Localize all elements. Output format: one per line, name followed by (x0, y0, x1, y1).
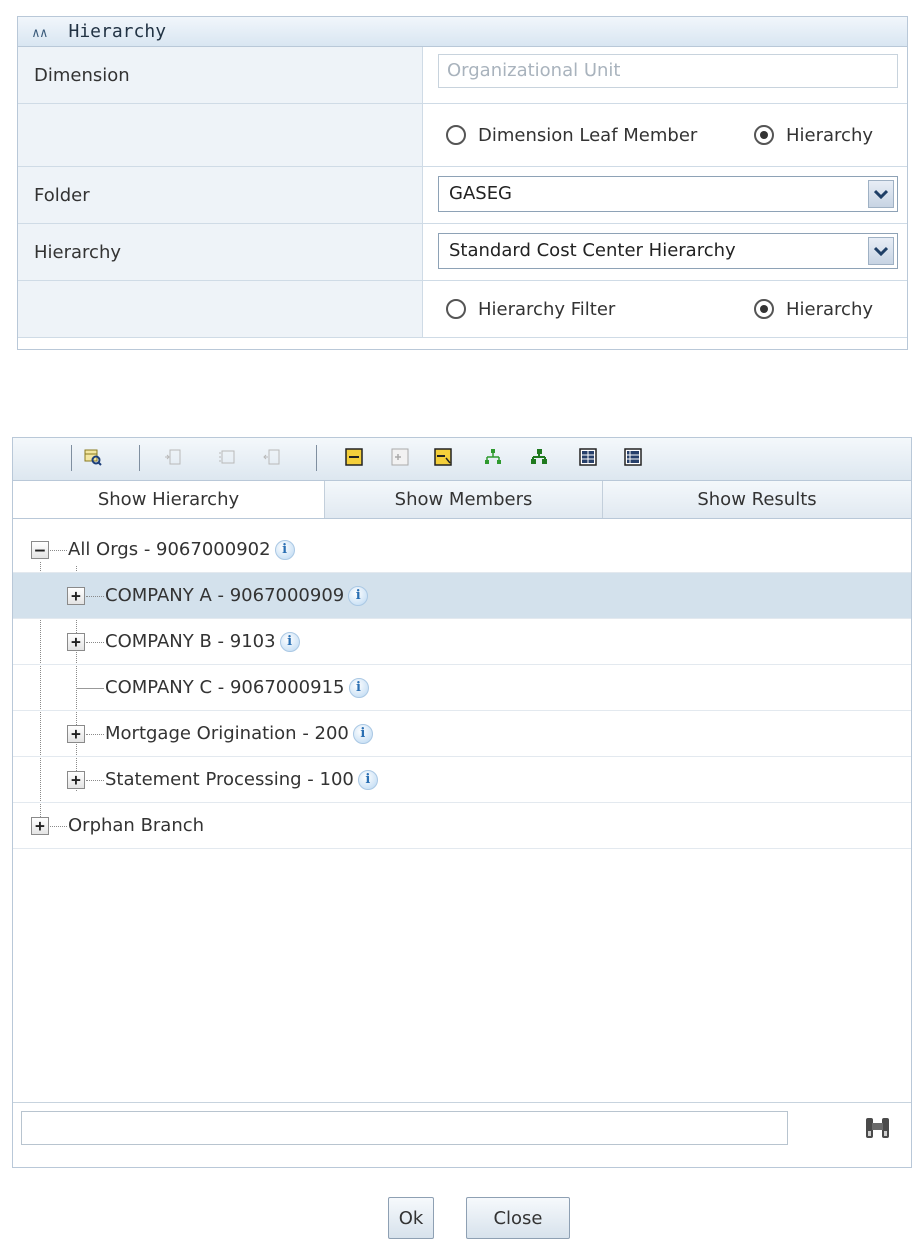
tree-panel: Show Hierarchy Show Members Show Results… (12, 437, 912, 1168)
dimension-leaf-member-label: Dimension Leaf Member (478, 124, 698, 146)
hierarchy-filter-label: Hierarchy Filter (478, 298, 616, 320)
hierarchy-filter-hierarchy-radio[interactable] (754, 299, 774, 319)
hierarchy-filter-option[interactable]: Hierarchy Filter (446, 281, 615, 337)
toolbar-separator (139, 445, 140, 471)
tab-show-results[interactable]: Show Results (603, 481, 911, 518)
tree-connector (50, 826, 67, 827)
tree-toolbar (13, 438, 911, 481)
info-icon[interactable]: i (357, 769, 378, 790)
dimension-label: Dimension (18, 47, 423, 103)
tab-show-hierarchy[interactable]: Show Hierarchy (13, 481, 325, 518)
info-icon[interactable]: i (348, 677, 369, 698)
tree-node-label: Orphan Branch (68, 815, 205, 836)
hierarchy-panel-header[interactable]: ∧∧ Hierarchy (18, 17, 907, 47)
info-icon[interactable]: i (348, 585, 369, 606)
show-tree-icon[interactable] (484, 448, 502, 466)
info-icon[interactable]: i (279, 631, 300, 652)
hierarchy-panel: ∧∧ Hierarchy Dimension Organizational Un… (17, 16, 908, 350)
tree-node-label: COMPANY A - 9067000909 i (105, 573, 369, 618)
dimension-leaf-member-option[interactable]: Dimension Leaf Member (446, 104, 697, 166)
hierarchy-type-radio[interactable] (754, 125, 774, 145)
tree-node-label: Mortgage Origination - 200 i (105, 711, 373, 756)
tree-node-mortgage-origination[interactable]: + Mortgage Origination - 200 i (13, 711, 911, 757)
collapse-all-icon[interactable] (345, 448, 363, 466)
member-type-row: Dimension Leaf Member Hierarchy (18, 104, 907, 167)
focus-node-icon[interactable] (434, 448, 452, 466)
indent-icon[interactable] (164, 448, 182, 466)
align-icon[interactable] (218, 448, 236, 466)
toolbar-separator (316, 445, 317, 471)
show-tree-alt-icon[interactable] (530, 448, 548, 466)
list-view-icon[interactable] (624, 448, 642, 466)
tree-node-company-b[interactable]: + COMPANY B - 9103 i (13, 619, 911, 665)
tab-show-members[interactable]: Show Members (325, 481, 603, 518)
tree-node-label: Statement Processing - 100 i (105, 757, 378, 802)
folder-select[interactable]: GASEG (438, 176, 898, 212)
expand-node-icon[interactable]: + (31, 817, 49, 835)
tree-connector (86, 596, 104, 597)
tree-node-company-c[interactable]: COMPANY C - 9067000915 i (13, 665, 911, 711)
expand-node-icon[interactable]: + (67, 633, 85, 651)
empty-label (18, 281, 423, 337)
hierarchy-select-value: Standard Cost Center Hierarchy (449, 240, 736, 261)
tree-connector (50, 550, 67, 551)
tree-node-label: COMPANY B - 9103 i (105, 619, 300, 664)
collapse-node-icon[interactable]: – (31, 541, 49, 559)
tree-node-all-orgs[interactable]: – All Orgs - 9067000902 i (13, 527, 911, 573)
hierarchy-type-label: Hierarchy (786, 124, 874, 146)
expand-node-icon[interactable]: + (67, 725, 85, 743)
expand-node-icon[interactable]: + (67, 587, 85, 605)
collapse-icon[interactable]: ∧∧ (32, 26, 48, 41)
tree-node-statement-processing[interactable]: + Statement Processing - 100 i (13, 757, 911, 803)
tree-connector (86, 642, 104, 643)
dimension-row: Dimension Organizational Unit (18, 47, 907, 104)
info-icon[interactable]: i (352, 723, 373, 744)
grid-view-icon[interactable] (579, 448, 597, 466)
folder-label: Folder (18, 167, 423, 223)
folder-row: Folder GASEG (18, 167, 907, 224)
info-icon[interactable]: i (274, 539, 295, 560)
binoculars-icon[interactable] (863, 1115, 893, 1141)
filter-type-row: Hierarchy Filter Hierarchy (18, 281, 907, 338)
close-button[interactable]: Close (466, 1197, 570, 1239)
tree-node-label: COMPANY C - 9067000915 i (105, 665, 369, 710)
dimension-leaf-member-radio[interactable] (446, 125, 466, 145)
expand-all-icon[interactable] (391, 448, 409, 466)
ok-button[interactable]: Ok (388, 1197, 434, 1239)
tree-connector (76, 688, 104, 689)
dimension-field: Organizational Unit (438, 54, 898, 88)
tree-search-input[interactable] (21, 1111, 788, 1145)
folder-select-value: GASEG (449, 183, 513, 204)
tree-connector (86, 780, 104, 781)
tree-node-company-a[interactable]: + COMPANY A - 9067000909 i (13, 573, 911, 619)
tree-node-label: All Orgs - 9067000902 i (68, 527, 295, 572)
hierarchy-filter-hierarchy-option[interactable]: Hierarchy (754, 281, 873, 337)
chevron-down-icon[interactable] (868, 180, 894, 208)
hierarchy-filter-hierarchy-label: Hierarchy (786, 298, 874, 320)
expand-node-icon[interactable]: + (67, 771, 85, 789)
tree-tabs: Show Hierarchy Show Members Show Results (13, 481, 911, 519)
hierarchy-filter-radio[interactable] (446, 299, 466, 319)
hierarchy-row: Hierarchy Standard Cost Center Hierarchy (18, 224, 907, 281)
tree-connector (86, 734, 104, 735)
search-hierarchy-icon[interactable] (84, 448, 102, 466)
hierarchy-select[interactable]: Standard Cost Center Hierarchy (438, 233, 898, 269)
toolbar-separator (71, 445, 72, 471)
chevron-down-icon[interactable] (868, 237, 894, 265)
panel-title: Hierarchy (68, 21, 167, 42)
empty-label (18, 104, 423, 166)
hierarchy-type-option[interactable]: Hierarchy (754, 104, 873, 166)
outdent-icon[interactable] (263, 448, 281, 466)
hierarchy-label: Hierarchy (18, 224, 423, 280)
tree-node-orphan-branch[interactable]: + Orphan Branch (13, 803, 911, 849)
search-divider (13, 1102, 911, 1103)
